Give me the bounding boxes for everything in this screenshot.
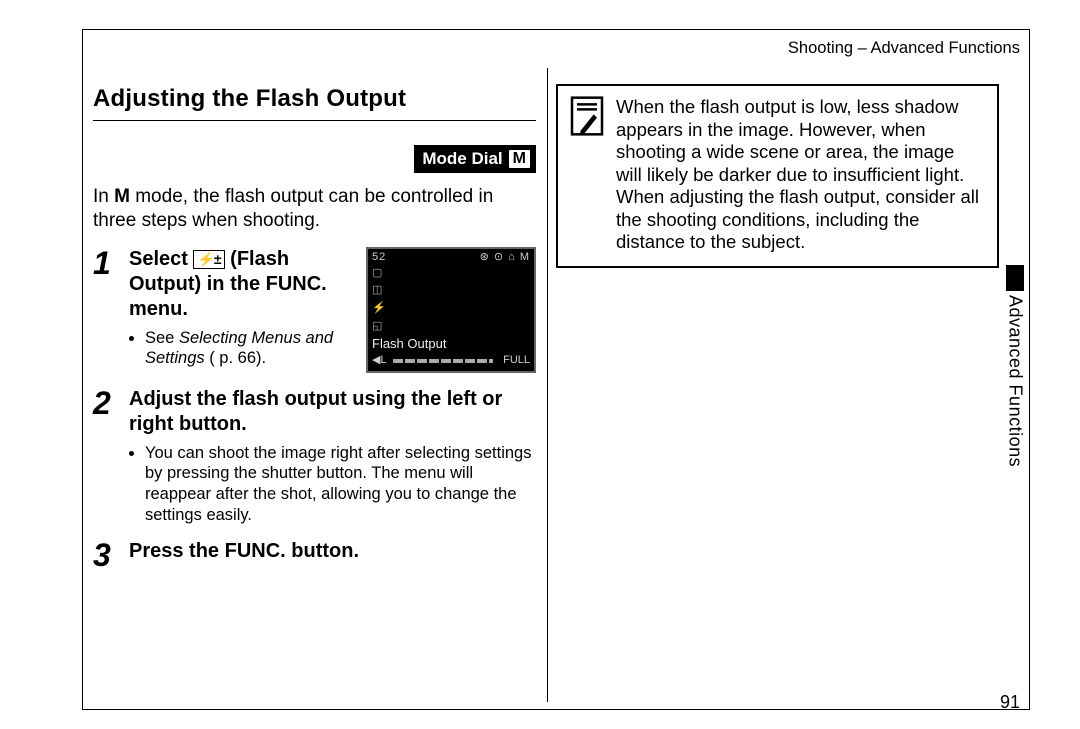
step-1-body: 52 ⊛ ⊙ ⌂ M ▢◫⚡◱ Flash Output ◀L [129, 247, 536, 373]
note-box: When the flash output is low, less shado… [556, 84, 999, 268]
note-text: When the flash output is low, less shado… [616, 96, 985, 254]
step-2-number: 2 [93, 387, 119, 526]
manual-page: Shooting – Advanced Functions Adjusting … [0, 0, 1080, 729]
mode-dial-badge: Mode Dial M [414, 145, 536, 173]
step-1-sub-open: ( [205, 349, 215, 367]
lcd-bar [393, 359, 494, 363]
intro-after: mode, the flash output can be controlled… [93, 186, 493, 231]
intro-bold-m: M [114, 186, 130, 207]
lcd-top-right: ⊛ ⊙ ⌂ M [480, 251, 530, 265]
step-3-body: Press the FUNC. button. [129, 539, 536, 571]
right-column: When the flash output is low, less shado… [556, 84, 999, 268]
lcd-label: Flash Output [372, 336, 530, 352]
page-number: 91 [1000, 691, 1020, 714]
note-icon [570, 96, 604, 136]
step-2-head: Adjust the flash output using the left o… [129, 387, 536, 437]
step-3-number: 3 [93, 539, 119, 571]
lcd-screenshot: 52 ⊛ ⊙ ⌂ M ▢◫⚡◱ Flash Output ◀L [366, 247, 536, 373]
intro-text: In M mode, the flash output can be contr… [93, 181, 536, 233]
lcd-side-icons: ▢◫⚡◱ [372, 267, 386, 334]
lcd-bottom-right: FULL [503, 354, 530, 368]
left-column: Adjusting the Flash Output Mode Dial M I… [93, 84, 536, 571]
running-head: Shooting – Advanced Functions [788, 38, 1020, 59]
side-tab: Advanced Functions [1003, 265, 1027, 467]
step-1-sub-after: p. 66). [215, 349, 266, 367]
step-1-head-before: Select [129, 248, 193, 270]
step-2-body: Adjust the flash output using the left o… [129, 387, 536, 526]
column-divider [547, 68, 548, 702]
step-3: 3 Press the FUNC. button. [93, 539, 536, 571]
step-1: 1 52 ⊛ ⊙ ⌂ M ▢◫⚡◱ Flash Output [93, 247, 536, 373]
step-2: 2 Adjust the flash output using the left… [93, 387, 536, 526]
mode-dial-label: Mode Dial [422, 148, 502, 169]
title-rule [93, 120, 536, 121]
side-tab-marker [1006, 265, 1024, 291]
step-2-sub: You can shoot the image right after sele… [129, 443, 536, 526]
lcd-top-left: 52 [372, 251, 386, 265]
page-title: Adjusting the Flash Output [93, 84, 536, 114]
step-1-sub-before: See [145, 329, 179, 347]
flash-output-icon: ⚡± [193, 250, 224, 269]
step-2-sub-item: You can shoot the image right after sele… [145, 443, 536, 526]
intro-before: In [93, 186, 114, 207]
lcd-bottom-left: ◀L [372, 354, 387, 368]
mode-dial-value: M [509, 150, 530, 168]
step-3-head: Press the FUNC. button. [129, 539, 536, 564]
side-tab-label: Advanced Functions [1004, 295, 1027, 467]
step-1-number: 1 [93, 247, 119, 373]
